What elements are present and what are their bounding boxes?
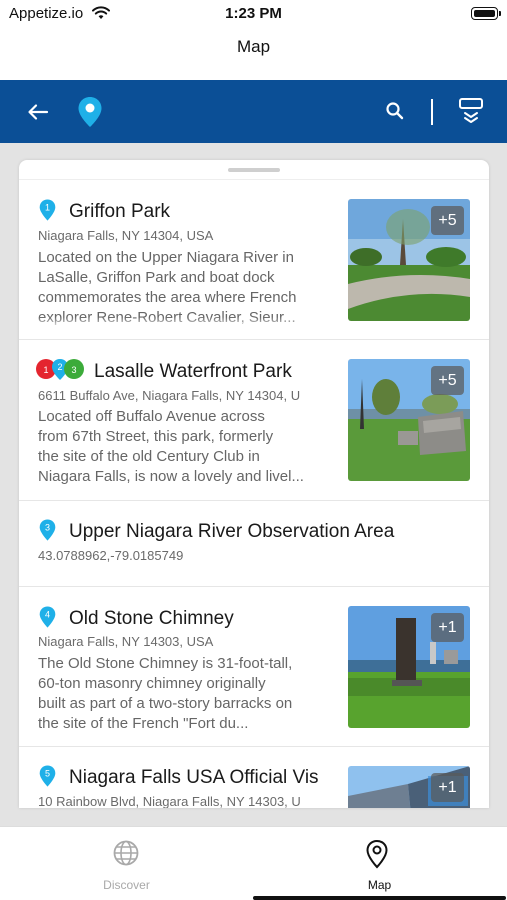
toolbar-divider [431,99,433,125]
tab-label: Map [367,878,392,892]
sheet-drag-handle[interactable] [228,168,280,172]
place-coordinates: 43.0788962,-79.0185749 [38,548,184,563]
svg-text:5: 5 [45,769,50,779]
place-title[interactable]: Lasalle Waterfront Park [94,361,292,383]
place-description: Located off Buffalo Avenue across from 6… [38,408,304,485]
place-card[interactable]: 5 Niagara Falls USA Official Vis 10 Rain… [19,747,489,808]
place-card[interactable]: 4 Old Stone Chimney Niagara Falls, NY 14… [19,587,489,747]
map-toolbar [0,80,507,143]
home-indicator [253,896,506,900]
place-photo[interactable]: +5 [348,199,470,321]
multi-pin-icon: 1 2 3 [36,359,84,380]
map-pin-icon[interactable] [77,96,103,128]
place-address: Niagara Falls, NY 14304, USA [38,228,214,243]
place-card[interactable]: 1 2 3 Lasalle Waterfront Park 6611 Buffa… [19,340,489,501]
places-sheet: 1 Griffon Park Niagara Falls, NY 14304, … [19,160,489,808]
battery-icon [471,7,501,20]
place-card[interactable]: 3 Upper Niagara River Observation Area 4… [19,501,489,587]
photo-count-badge: +5 [431,366,464,395]
svg-text:4: 4 [45,610,50,620]
place-description: Located on the Upper Niagara River in La… [38,249,297,326]
place-title[interactable]: Niagara Falls USA Official Vis [69,767,329,789]
globe-icon [113,840,139,866]
place-photo[interactable]: +1 [348,766,470,808]
svg-text:1: 1 [43,365,48,375]
map-pin-outline-icon [366,839,388,869]
place-address: 6611 Buffalo Ave, Niagara Falls, NY 1430… [38,388,301,403]
tab-label: Discover [103,878,150,892]
status-time: 1:23 PM [225,5,282,22]
search-icon[interactable] [385,101,405,121]
place-address: Niagara Falls, NY 14303, USA [38,634,214,649]
tab-bar: Discover Map [0,826,507,900]
photo-count-badge: +1 [431,773,464,802]
svg-text:2: 2 [57,362,62,372]
page-title: Map [236,37,271,56]
tab-map[interactable]: Map [253,827,506,900]
place-title[interactable]: Upper Niagara River Observation Area [69,521,394,543]
place-description: The Old Stone Chimney is 31-foot-tall, 6… [38,655,293,732]
svg-text:3: 3 [71,365,76,375]
photo-count-badge: +5 [431,206,464,235]
photo-count-badge: +1 [431,613,464,642]
tab-discover[interactable]: Discover [0,827,253,900]
place-address: 10 Rainbow Blvd, Niagara Falls, NY 14303… [38,794,301,808]
place-card[interactable]: 1 Griffon Park Niagara Falls, NY 14304, … [19,180,489,340]
pin-number: 1 [45,203,50,213]
place-photo[interactable]: +5 [348,359,470,481]
place-title[interactable]: Old Stone Chimney [69,608,234,630]
pin-number-icon: 5 [39,765,56,787]
place-photo[interactable]: +1 [348,606,470,728]
filter-icon[interactable] [458,97,484,125]
pin-number-icon: 1 [39,199,56,221]
pin-number-icon: 4 [39,606,56,628]
status-bar: Appetize.io 1:23 PM [0,0,507,28]
place-title[interactable]: Griffon Park [69,201,170,223]
svg-text:3: 3 [45,523,50,533]
arrow-left-icon[interactable] [27,101,49,123]
pin-number-icon: 3 [39,519,56,541]
